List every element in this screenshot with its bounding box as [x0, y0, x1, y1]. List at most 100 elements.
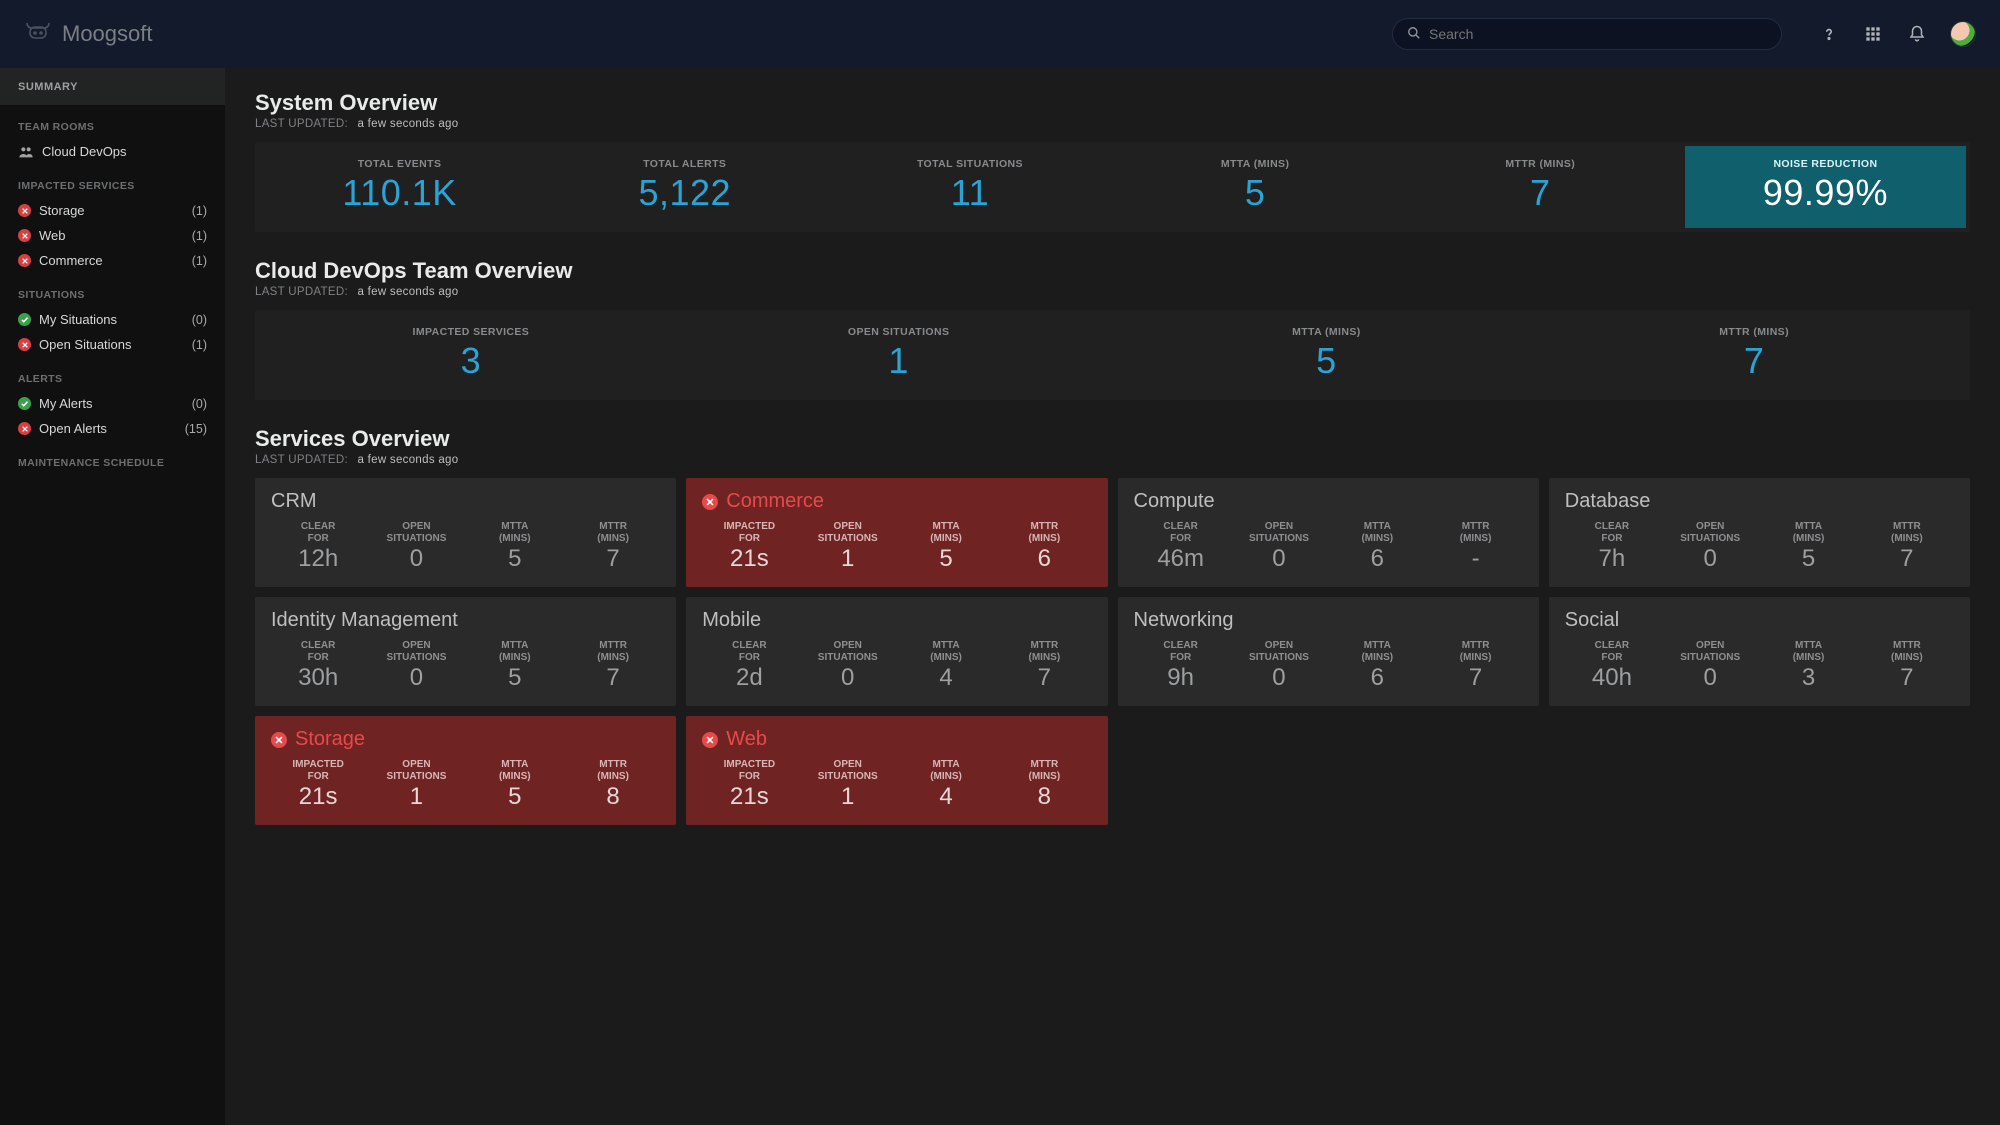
metric-tile[interactable]: TOTAL EVENTS 110.1K	[259, 146, 540, 228]
stat-label: OPENSITUATIONS	[369, 640, 463, 663]
stat-label: IMPACTEDFOR	[702, 759, 796, 782]
stat-label: MTTA(MINS)	[1761, 640, 1855, 663]
sidebar-item-cloud-devops[interactable]: Cloud DevOps	[0, 139, 225, 164]
sidebar-section-situations: SITUATIONS	[0, 273, 225, 307]
user-avatar[interactable]	[1950, 21, 1976, 47]
stat-label: OPENSITUATIONS	[1663, 640, 1757, 663]
sidebar-item[interactable]: Storage (1)	[0, 198, 225, 223]
stat-label: OPENSITUATIONS	[801, 521, 895, 544]
stat-value: 30h	[271, 664, 365, 692]
service-name: Networking	[1134, 609, 1234, 632]
team-metrics-row: IMPACTED SERVICES 3 OPEN SITUATIONS 1 MT…	[255, 310, 1970, 400]
service-card[interactable]: CRM CLEARFOR 12h OPENSITUATIONS 0 MTTA(M…	[255, 478, 676, 587]
close-icon	[18, 204, 31, 217]
stat-label: MTTA(MINS)	[468, 521, 562, 544]
sidebar-item-count: (1)	[192, 204, 207, 218]
stat-value: 21s	[271, 783, 365, 811]
metric-tile[interactable]: TOTAL SITUATIONS 11	[829, 146, 1110, 228]
stat-label: MTTA(MINS)	[1330, 640, 1424, 663]
stat-label: CLEARFOR	[1134, 521, 1228, 544]
metric-label: IMPACTED SERVICES	[259, 326, 683, 338]
metric-tile[interactable]: MTTA (MINS) 5	[1115, 314, 1539, 396]
help-icon[interactable]	[1818, 23, 1840, 45]
sidebar-item[interactable]: Open Situations (1)	[0, 332, 225, 357]
sidebar-item[interactable]: Open Alerts (15)	[0, 416, 225, 441]
stat-value: 9h	[1134, 664, 1228, 692]
lu-label: LAST UPDATED:	[255, 454, 348, 466]
service-card[interactable]: Compute CLEARFOR 46m OPENSITUATIONS 0 MT…	[1118, 478, 1539, 587]
sidebar-section-maintenance[interactable]: MAINTENANCE SCHEDULE	[0, 441, 225, 475]
stat-label: OPENSITUATIONS	[369, 521, 463, 544]
metric-label: MTTR (MINS)	[1400, 158, 1681, 170]
sidebar-item-count: (15)	[185, 422, 207, 436]
metric-tile[interactable]: OPEN SITUATIONS 1	[687, 314, 1111, 396]
stat-label: MTTR(MINS)	[1428, 521, 1522, 544]
stat-value: 4	[899, 783, 993, 811]
sidebar-item[interactable]: Commerce (1)	[0, 248, 225, 273]
services-overview-section: Services Overview LAST UPDATED: a few se…	[255, 426, 1970, 825]
service-card[interactable]: Database CLEARFOR 7h OPENSITUATIONS 0 MT…	[1549, 478, 1970, 587]
stat-label: OPENSITUATIONS	[1663, 521, 1757, 544]
header-actions	[1818, 21, 1976, 47]
service-card[interactable]: Mobile CLEARFOR 2d OPENSITUATIONS 0 MTTA…	[686, 597, 1107, 706]
sidebar-item[interactable]: My Situations (0)	[0, 307, 225, 332]
bell-icon[interactable]	[1906, 23, 1928, 45]
sidebar-item[interactable]: Web (1)	[0, 223, 225, 248]
stat-label: CLEARFOR	[1565, 521, 1659, 544]
team-icon	[18, 146, 34, 158]
sidebar-item-label: Commerce	[39, 253, 103, 268]
stat-value: 8	[997, 783, 1091, 811]
sidebar-item-label: Open Alerts	[39, 421, 107, 436]
sidebar-item-label: Open Situations	[39, 337, 132, 352]
stat-label: CLEARFOR	[1134, 640, 1228, 663]
service-card[interactable]: Storage IMPACTEDFOR 21s OPENSITUATIONS 1…	[255, 716, 676, 825]
metric-tile[interactable]: TOTAL ALERTS 5,122	[544, 146, 825, 228]
system-overview-section: System Overview LAST UPDATED: a few seco…	[255, 90, 1970, 232]
metric-tile[interactable]: NOISE REDUCTION 99.99%	[1685, 146, 1966, 228]
stat-value: 1	[801, 783, 895, 811]
metric-tile[interactable]: MTTA (MINS) 5	[1115, 146, 1396, 228]
lu-value: a few seconds ago	[357, 454, 458, 466]
stat-value: 6	[1330, 545, 1424, 573]
service-card[interactable]: Commerce IMPACTEDFOR 21s OPENSITUATIONS …	[686, 478, 1107, 587]
sidebar-item-count: (1)	[192, 254, 207, 268]
brand-name: Moogsoft	[62, 21, 153, 47]
lu-label: LAST UPDATED:	[255, 286, 348, 298]
service-name: Identity Management	[271, 609, 458, 632]
sidebar-item-count: (1)	[192, 229, 207, 243]
lu-value: a few seconds ago	[357, 118, 458, 130]
stat-value: 6	[997, 545, 1091, 573]
metric-tile[interactable]: IMPACTED SERVICES 3	[259, 314, 683, 396]
stat-label: IMPACTEDFOR	[702, 521, 796, 544]
lu-value: a few seconds ago	[357, 286, 458, 298]
sidebar-item-label: Storage	[39, 203, 85, 218]
service-name: Storage	[295, 728, 365, 751]
service-card[interactable]: Web IMPACTEDFOR 21s OPENSITUATIONS 1 MTT…	[686, 716, 1107, 825]
sidebar-item[interactable]: My Alerts (0)	[0, 391, 225, 416]
close-icon	[18, 229, 31, 242]
stat-value: 2d	[702, 664, 796, 692]
metric-tile[interactable]: MTTR (MINS) 7	[1400, 146, 1681, 228]
stat-value: 0	[369, 664, 463, 692]
metric-tile[interactable]: MTTR (MINS) 7	[1542, 314, 1966, 396]
metric-value: 11	[829, 172, 1110, 214]
sidebar-summary[interactable]: SUMMARY	[0, 68, 225, 105]
service-card[interactable]: Social CLEARFOR 40h OPENSITUATIONS 0 MTT…	[1549, 597, 1970, 706]
stat-value: 40h	[1565, 664, 1659, 692]
stat-label: MTTR(MINS)	[1860, 521, 1954, 544]
metric-value: 5,122	[544, 172, 825, 214]
metric-value: 5	[1115, 340, 1539, 382]
service-card[interactable]: Identity Management CLEARFOR 30h OPENSIT…	[255, 597, 676, 706]
service-card[interactable]: Networking CLEARFOR 9h OPENSITUATIONS 0 …	[1118, 597, 1539, 706]
stat-value: 0	[801, 664, 895, 692]
close-icon	[18, 338, 31, 351]
sidebar-item-label: My Alerts	[39, 396, 92, 411]
app-header: Moogsoft	[0, 0, 2000, 68]
brand-logo[interactable]: Moogsoft	[24, 20, 153, 48]
search-input[interactable]	[1429, 26, 1767, 42]
apps-grid-icon[interactable]	[1862, 23, 1884, 45]
stat-value: -	[1428, 545, 1522, 573]
stat-value: 12h	[271, 545, 365, 573]
search-input-wrap[interactable]	[1392, 18, 1782, 50]
sidebar-item-label: Cloud DevOps	[42, 144, 127, 159]
